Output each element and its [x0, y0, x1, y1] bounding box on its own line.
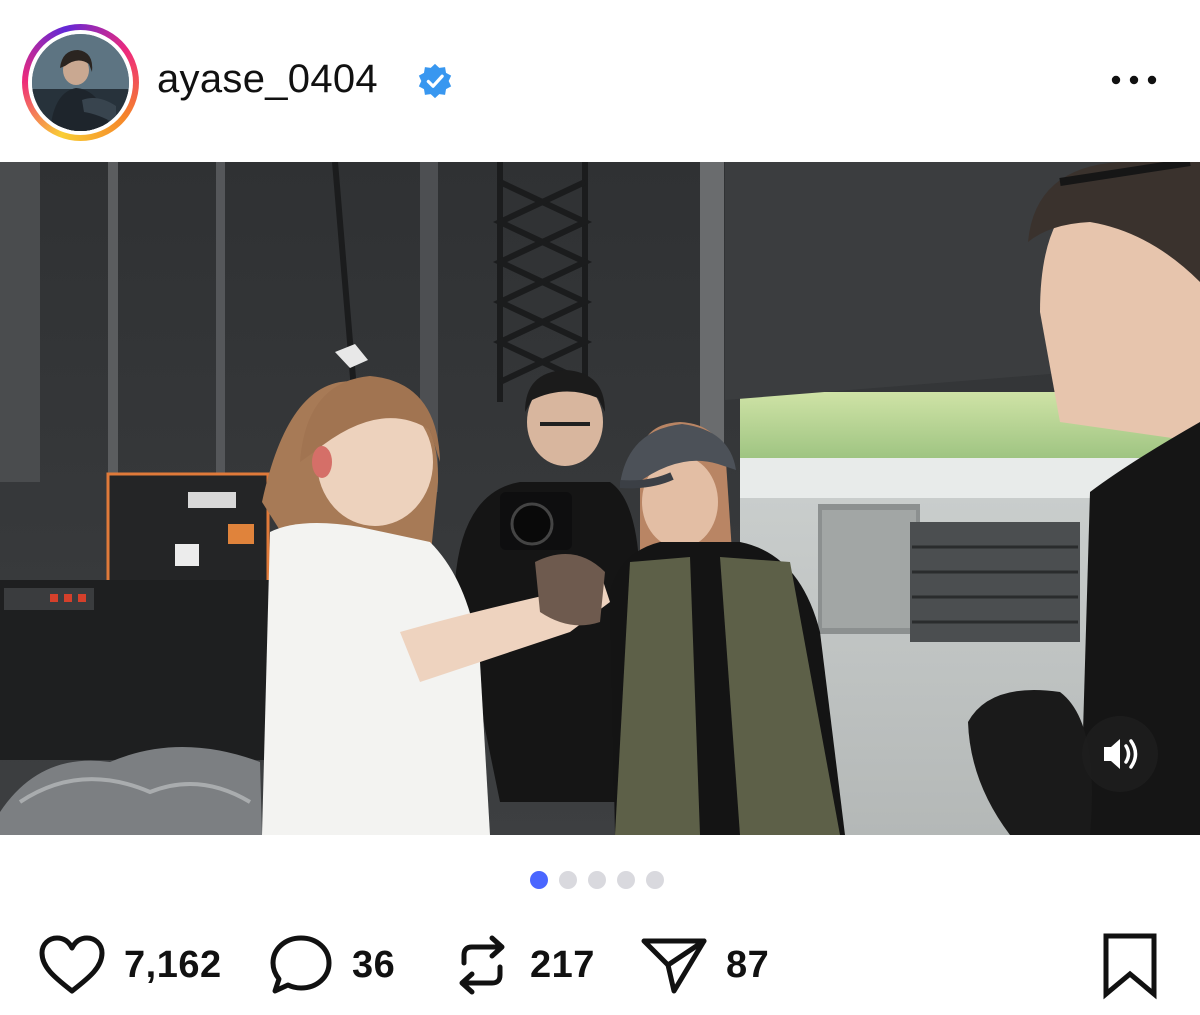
carousel-dot[interactable] [559, 871, 577, 889]
post-actions: 7,162 36 217 87 [0, 920, 1200, 1010]
avatar [32, 34, 129, 131]
post-media[interactable] [0, 162, 1200, 835]
mute-toggle-button[interactable] [1082, 716, 1158, 792]
bookmark-icon[interactable] [1100, 930, 1160, 1000]
carousel-dot[interactable] [588, 871, 606, 889]
carousel-indicator [530, 871, 664, 891]
carousel-dot[interactable] [646, 871, 664, 889]
avatar-image [32, 34, 129, 131]
repost-count: 217 [530, 943, 595, 986]
share-count: 87 [726, 943, 770, 986]
repost-button[interactable]: 217 [452, 930, 595, 1000]
carousel-dot-active[interactable] [530, 871, 548, 889]
verified-badge-icon [418, 63, 452, 99]
speaker-icon [1104, 739, 1138, 769]
video-frame [0, 162, 1200, 835]
repost-icon [459, 935, 505, 995]
comment-button[interactable]: 36 [268, 930, 395, 1000]
carousel-dot[interactable] [617, 871, 635, 889]
avatar-story-ring[interactable] [22, 24, 139, 141]
username[interactable]: ayase_0404 [157, 57, 378, 102]
comment-icon [270, 935, 332, 994]
send-icon [641, 938, 707, 994]
share-button[interactable]: 87 [640, 930, 769, 1000]
heart-icon [39, 935, 105, 994]
comment-count: 36 [352, 943, 396, 986]
like-count: 7,162 [124, 943, 222, 986]
more-options-icon[interactable] [1108, 66, 1160, 94]
like-button[interactable]: 7,162 [38, 930, 222, 1000]
post-header: ayase_0404 [0, 0, 1200, 162]
